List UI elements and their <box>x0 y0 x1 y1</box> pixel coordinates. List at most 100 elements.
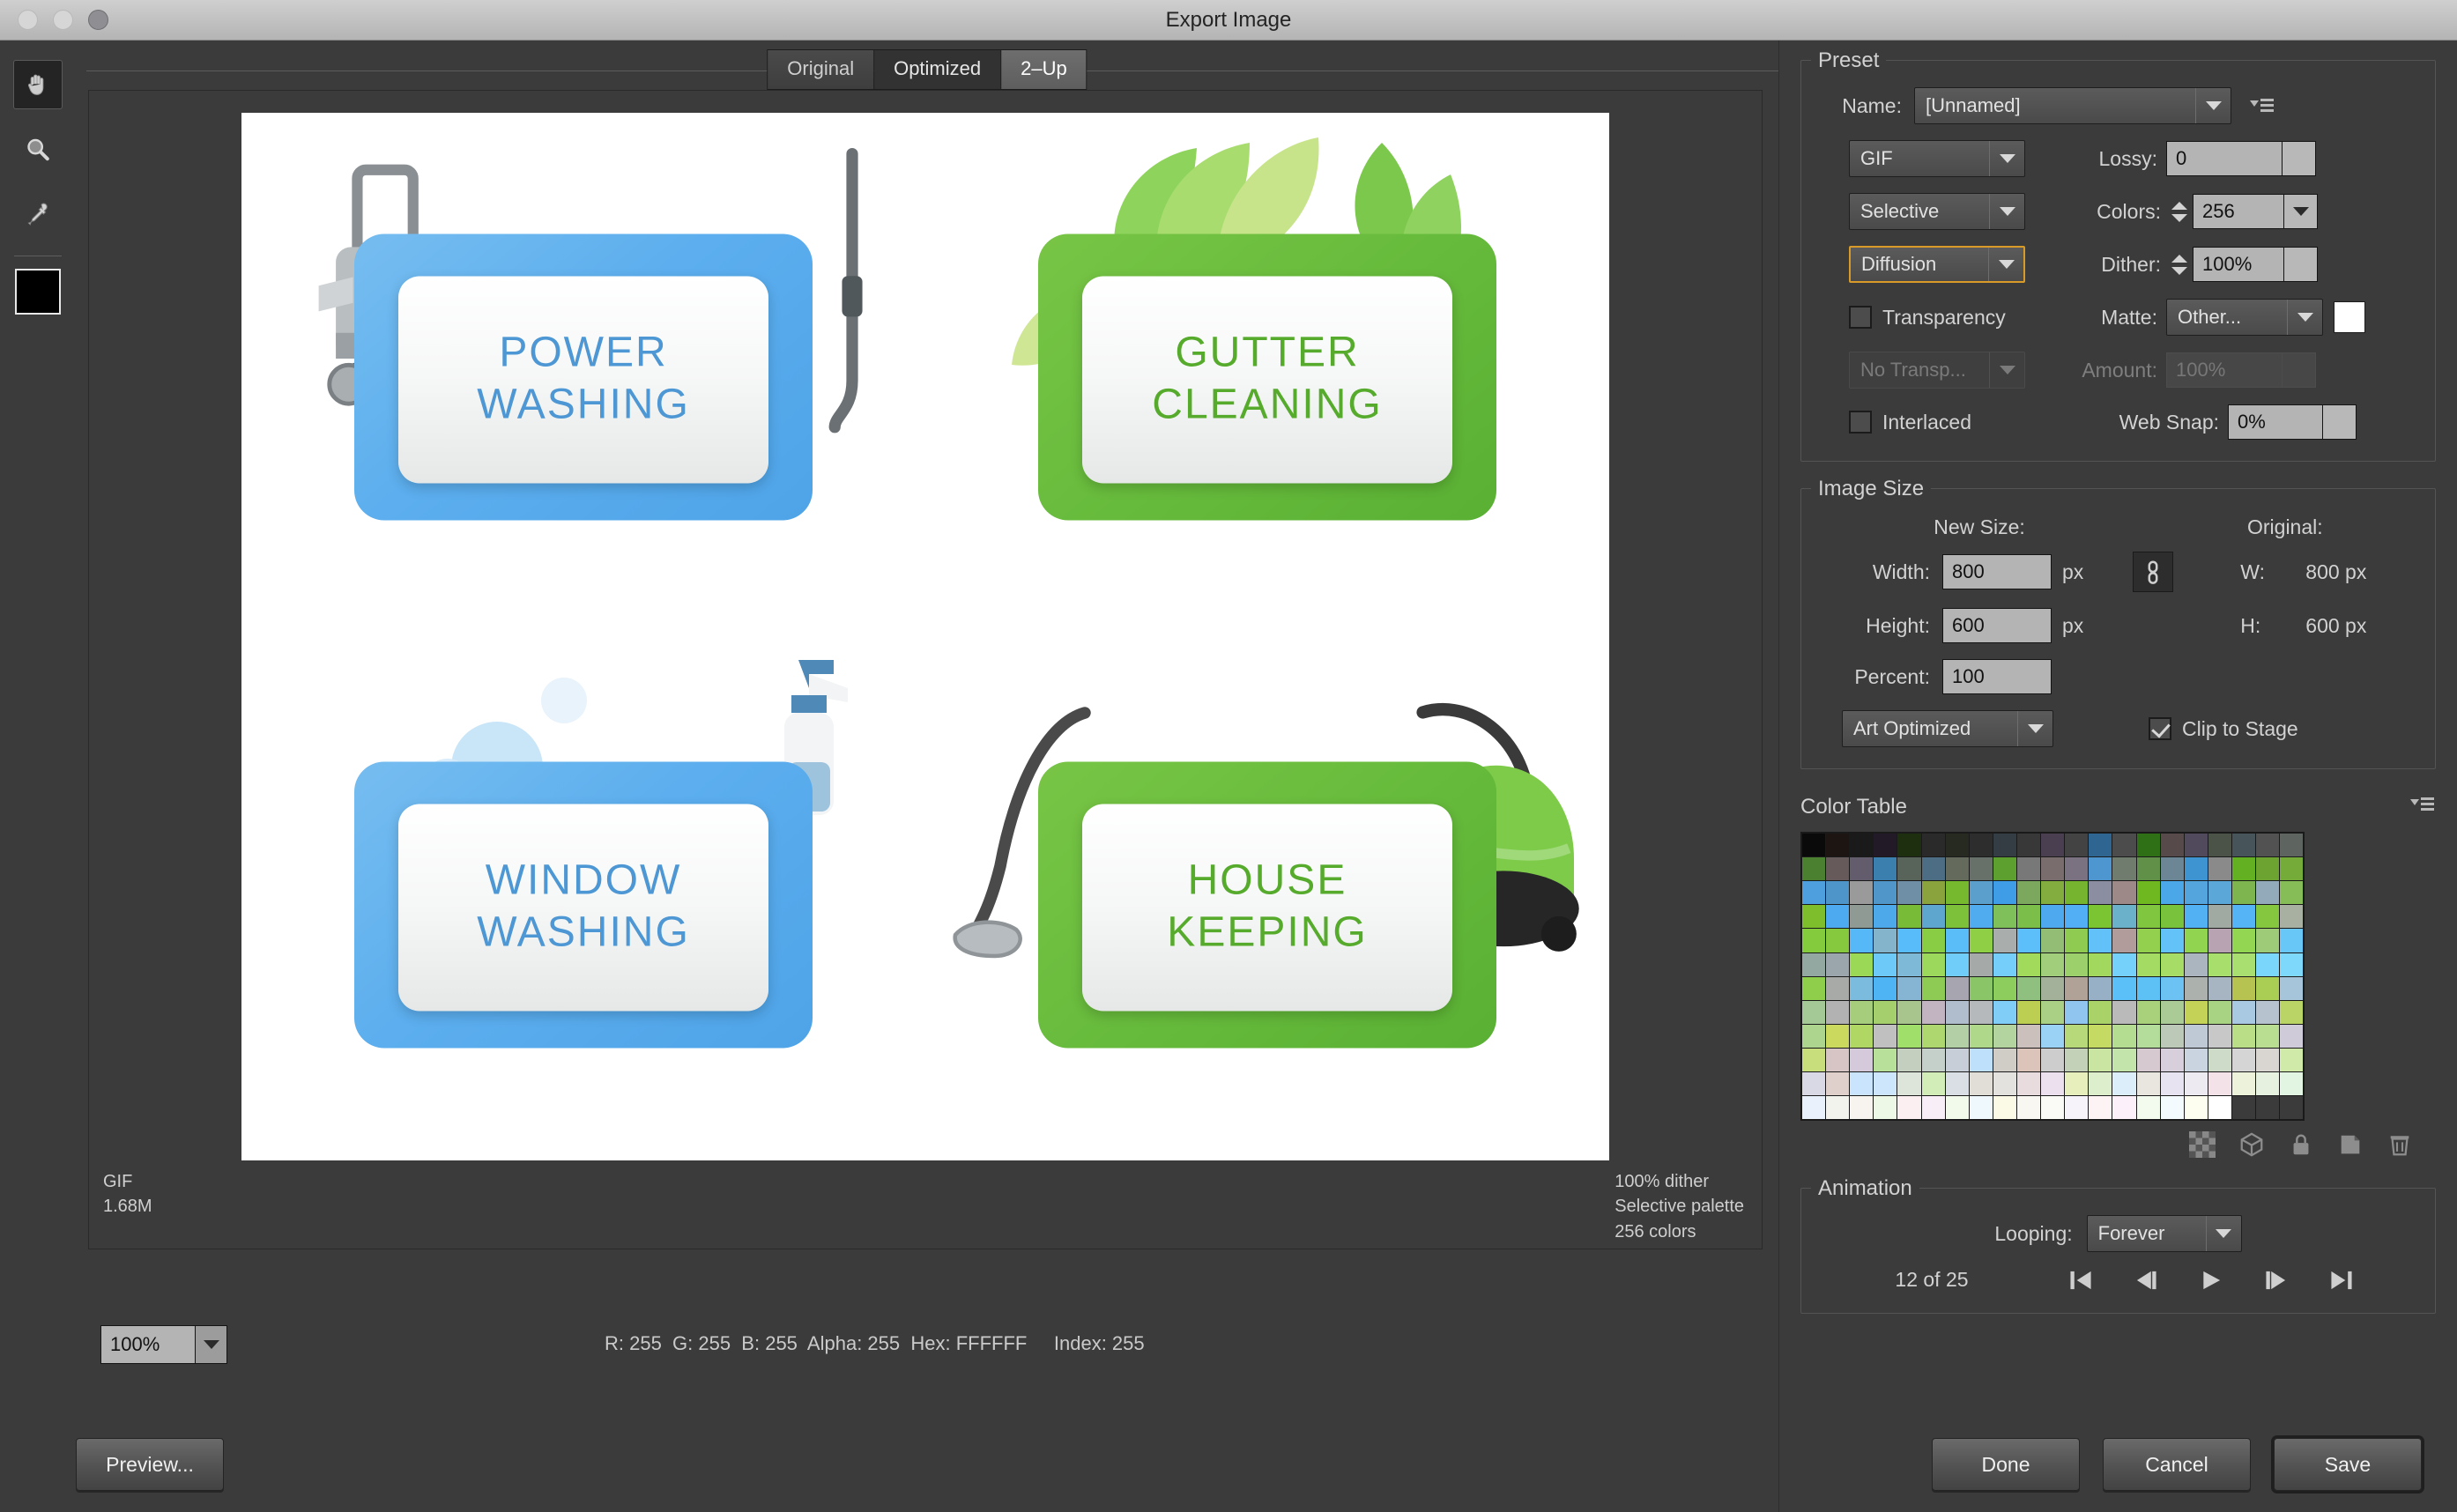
color-swatch[interactable] <box>2160 905 2184 929</box>
color-swatch[interactable] <box>2112 1048 2136 1072</box>
chevron-down-icon[interactable] <box>2205 1216 2241 1252</box>
color-swatch[interactable] <box>2231 976 2256 1000</box>
transparency-icon[interactable] <box>2189 1131 2216 1159</box>
color-swatch[interactable] <box>2280 1024 2304 1048</box>
color-swatch[interactable] <box>2208 834 2231 857</box>
color-swatch[interactable] <box>1993 976 2016 1000</box>
color-swatch[interactable] <box>2112 834 2136 857</box>
color-swatch[interactable] <box>1969 976 1993 1000</box>
color-swatch[interactable] <box>1826 905 1850 929</box>
color-swatch[interactable] <box>2041 834 2065 857</box>
color-swatch[interactable] <box>2280 1048 2304 1072</box>
color-swatch[interactable] <box>2016 905 2041 929</box>
color-swatch[interactable] <box>1897 1024 1921 1048</box>
color-swatch[interactable] <box>2208 1072 2231 1096</box>
color-swatch[interactable] <box>2089 857 2112 881</box>
color-swatch[interactable] <box>2112 1000 2136 1024</box>
color-swatch[interactable] <box>2089 881 2112 905</box>
color-swatch[interactable] <box>2256 1000 2280 1024</box>
color-swatch[interactable] <box>2208 976 2231 1000</box>
color-swatch[interactable] <box>2160 976 2184 1000</box>
color-swatch[interactable] <box>2041 905 2065 929</box>
tab-original[interactable]: Original <box>768 50 875 89</box>
websnap-input[interactable]: 0% <box>2228 404 2323 440</box>
chevron-down-icon[interactable] <box>1989 194 2024 229</box>
color-swatch[interactable] <box>2208 881 2231 905</box>
transparency-checkbox[interactable] <box>1849 306 1872 329</box>
color-swatch[interactable] <box>1826 857 1850 881</box>
color-swatch[interactable] <box>1969 857 1993 881</box>
color-swatch[interactable] <box>1921 857 1945 881</box>
color-swatch[interactable] <box>2231 905 2256 929</box>
color-swatch[interactable] <box>1921 952 1945 976</box>
color-swatch[interactable] <box>2184 1024 2208 1048</box>
preset-name-select[interactable]: [Unnamed] <box>1914 87 2231 124</box>
color-swatch[interactable] <box>1826 976 1850 1000</box>
color-swatch[interactable] <box>2089 1072 2112 1096</box>
color-swatch[interactable] <box>2016 1096 2041 1120</box>
color-swatch[interactable] <box>1921 976 1945 1000</box>
color-swatch[interactable] <box>1850 1000 1874 1024</box>
color-swatch[interactable] <box>2208 1048 2231 1072</box>
color-swatch[interactable] <box>1993 905 2016 929</box>
color-swatch[interactable] <box>1874 1000 1897 1024</box>
color-swatch[interactable] <box>2231 1000 2256 1024</box>
previous-frame-icon[interactable] <box>2133 1269 2159 1292</box>
color-swatch[interactable] <box>2208 905 2231 929</box>
color-swatch[interactable] <box>1802 929 1826 952</box>
color-swatch[interactable] <box>2231 881 2256 905</box>
color-swatch[interactable] <box>2136 976 2160 1000</box>
chevron-down-icon[interactable] <box>2017 711 2052 746</box>
color-swatch[interactable] <box>2016 1024 2041 1048</box>
color-swatch[interactable] <box>1969 1072 1993 1096</box>
chevron-down-icon[interactable] <box>1988 248 2023 281</box>
color-swatch[interactable] <box>2089 905 2112 929</box>
color-swatch[interactable] <box>1826 1048 1850 1072</box>
color-swatch[interactable] <box>2184 1000 2208 1024</box>
color-swatch[interactable] <box>1945 834 1969 857</box>
color-swatch[interactable] <box>1945 881 1969 905</box>
zoom-tool[interactable] <box>13 125 63 174</box>
color-swatch[interactable] <box>1850 1048 1874 1072</box>
color-swatch[interactable] <box>2208 1096 2231 1120</box>
looping-select[interactable]: Forever <box>2086 1215 2242 1253</box>
cancel-button[interactable]: Cancel <box>2103 1438 2251 1491</box>
transparency-checkbox-row[interactable]: Transparency <box>1849 306 2080 330</box>
color-swatch[interactable] <box>2256 952 2280 976</box>
color-swatch[interactable] <box>2184 1072 2208 1096</box>
color-swatch[interactable] <box>2041 1024 2065 1048</box>
color-swatch[interactable] <box>2280 905 2304 929</box>
color-swatch[interactable] <box>2136 929 2160 952</box>
color-swatch[interactable] <box>1921 1024 1945 1048</box>
color-swatch[interactable] <box>2112 881 2136 905</box>
color-swatch[interactable] <box>1826 952 1850 976</box>
preview-button[interactable]: Preview... <box>76 1438 224 1491</box>
color-swatch[interactable] <box>2136 834 2160 857</box>
color-swatch[interactable] <box>1993 1072 2016 1096</box>
color-swatch[interactable] <box>2041 952 2065 976</box>
color-swatch[interactable] <box>2184 834 2208 857</box>
zoom-level-value[interactable]: 100% <box>100 1325 196 1364</box>
color-swatch[interactable] <box>2136 1000 2160 1024</box>
eyedropper-tool[interactable] <box>13 190 63 240</box>
color-swatch[interactable] <box>1874 952 1897 976</box>
color-swatch[interactable] <box>2065 1096 2089 1120</box>
color-swatch[interactable] <box>1897 1072 1921 1096</box>
color-swatch[interactable] <box>2184 881 2208 905</box>
color-swatch[interactable] <box>2065 857 2089 881</box>
lossy-input[interactable]: 0 <box>2166 141 2283 176</box>
color-swatch[interactable] <box>1993 881 2016 905</box>
color-swatch[interactable] <box>1850 929 1874 952</box>
color-swatch[interactable] <box>2280 1000 2304 1024</box>
color-swatch[interactable] <box>2280 881 2304 905</box>
color-swatch[interactable] <box>2256 976 2280 1000</box>
color-swatch[interactable] <box>1969 905 1993 929</box>
color-swatch[interactable] <box>1897 881 1921 905</box>
color-swatch[interactable] <box>2112 857 2136 881</box>
color-swatch[interactable] <box>1826 881 1850 905</box>
color-swatch[interactable] <box>2041 976 2065 1000</box>
color-swatch[interactable] <box>1874 857 1897 881</box>
color-swatch[interactable] <box>2136 1048 2160 1072</box>
color-swatch[interactable] <box>2136 1024 2160 1048</box>
palette-select[interactable]: Selective <box>1849 193 2025 230</box>
